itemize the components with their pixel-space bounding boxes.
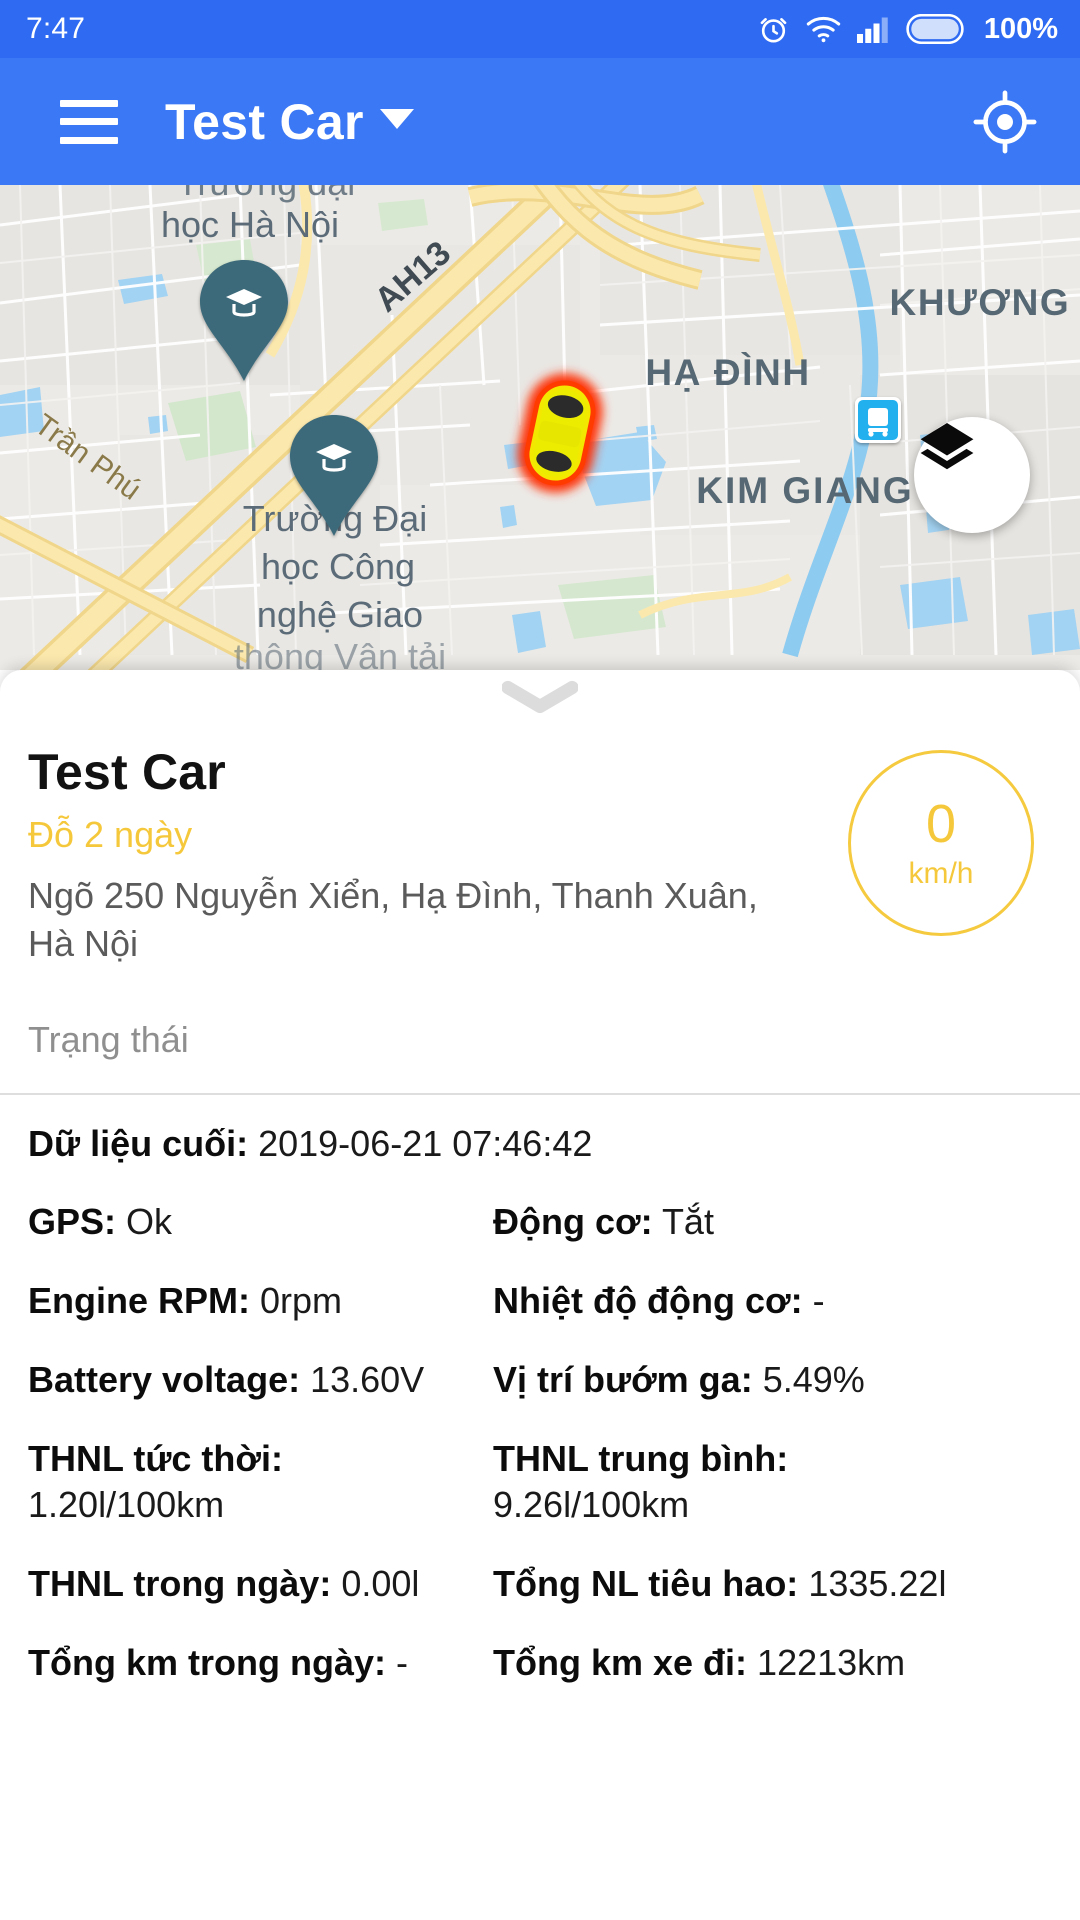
table-row: Tổng km trong ngày: - Tổng km xe đi: 122… xyxy=(28,1640,1052,1686)
battery-icon xyxy=(906,14,964,44)
svg-text:học Công: học Công xyxy=(261,546,415,587)
cell-fuel-today: THNL trong ngày: 0.00l xyxy=(28,1561,493,1607)
last-data-value: 2019-06-21 07:46:42 xyxy=(258,1122,593,1164)
cell-key: Engine RPM: xyxy=(28,1279,250,1321)
app-bar-title: Test Car xyxy=(165,93,364,150)
cell-key: Tổng NL tiêu hao: xyxy=(493,1562,799,1604)
cell-fuel-instant: THNL tức thời: 1.20l/100km xyxy=(28,1436,493,1528)
cell-value: 1335.22l xyxy=(808,1562,947,1604)
vehicle-selector[interactable]: Test Car xyxy=(118,93,414,151)
cell-gps: GPS: Ok xyxy=(28,1199,493,1245)
sheet-header: Test Car Đỗ 2 ngày Ngõ 250 Nguyễn Xiển, … xyxy=(0,724,1080,1071)
svg-text:KIM GIANG: KIM GIANG xyxy=(696,470,913,511)
cell-key: Động cơ: xyxy=(493,1200,653,1242)
caret-down-icon xyxy=(379,108,414,129)
cell-key: Tổng km trong ngày: xyxy=(28,1641,386,1683)
vehicle-state-label: Trạng thái xyxy=(28,1019,189,1061)
my-location-icon[interactable] xyxy=(972,89,1038,155)
bus-stop-icon xyxy=(855,397,901,443)
alarm-icon xyxy=(757,13,790,46)
table-row: Engine RPM: 0rpm Nhiệt độ động cơ: - xyxy=(28,1278,1052,1324)
layers-icon[interactable] xyxy=(914,417,1030,533)
cell-value: - xyxy=(396,1641,408,1683)
cell-value: - xyxy=(812,1279,825,1321)
app-bar: Test Car xyxy=(0,58,1080,185)
status-bar-icons: 100% xyxy=(757,13,1058,46)
cell-key: THNL trung bình: xyxy=(493,1437,789,1479)
table-row: THNL tức thời: 1.20l/100km THNL trung bì… xyxy=(28,1436,1052,1528)
cell-fuel-average: THNL trung bình: 9.26l/100km xyxy=(493,1436,1052,1528)
svg-text:Trường đại: Trường đại xyxy=(177,185,355,203)
vehicle-info-sheet: Test Car Đỗ 2 ngày Ngõ 250 Nguyễn Xiển, … xyxy=(0,670,1080,1920)
telemetry-list: Dữ liệu cuối: 2019-06-21 07:46:42 GPS: O… xyxy=(0,1095,1080,1687)
hamburger-menu-icon[interactable] xyxy=(60,99,118,144)
cell-engine-temp: Nhiệt độ động cơ: - xyxy=(493,1278,1052,1324)
cell-battery-voltage: Battery voltage: 13.60V xyxy=(28,1357,493,1403)
last-data-key: Dữ liệu cuối: xyxy=(28,1122,249,1164)
cell-key: GPS: xyxy=(28,1200,117,1242)
status-bar-clock: 7:47 xyxy=(26,12,86,45)
cell-value: 0.00l xyxy=(341,1562,420,1604)
cell-key: Tổng km xe đi: xyxy=(493,1641,748,1683)
table-row: GPS: Ok Động cơ: Tắt xyxy=(28,1199,1052,1245)
map-view[interactable]: Trường đại học Hà Nội Trường Đại học Côn… xyxy=(0,185,1080,670)
cell-value: 0rpm xyxy=(260,1279,343,1321)
svg-text:KHƯƠNG Đ: KHƯƠNG Đ xyxy=(890,282,1080,323)
cell-engine-rpm: Engine RPM: 0rpm xyxy=(28,1278,493,1324)
cell-fuel-total: Tổng NL tiêu hao: 1335.22l xyxy=(493,1561,1052,1607)
cell-value: Tắt xyxy=(661,1200,714,1242)
cell-value: 1.20l/100km xyxy=(28,1483,225,1525)
cell-value: 9.26l/100km xyxy=(493,1483,690,1525)
cell-key: THNL trong ngày: xyxy=(28,1562,332,1604)
cell-key: Vị trí bướm ga: xyxy=(493,1358,753,1400)
cellular-signal-icon xyxy=(856,16,890,43)
speed-unit: km/h xyxy=(908,857,974,890)
cell-value: 5.49% xyxy=(762,1358,865,1400)
status-bar: 7:47 100% xyxy=(0,0,1080,58)
cell-engine: Động cơ: Tắt xyxy=(493,1199,1052,1245)
cell-value: 13.60V xyxy=(310,1358,425,1400)
sheet-collapse-handle[interactable] xyxy=(0,670,1080,724)
svg-text:nghệ Giao: nghệ Giao xyxy=(257,594,423,635)
svg-text:học Hà Nội: học Hà Nội xyxy=(161,204,339,245)
speed-gauge: 0 km/h xyxy=(848,750,1034,936)
table-row: THNL trong ngày: 0.00l Tổng NL tiêu hao:… xyxy=(28,1561,1052,1607)
speed-value: 0 xyxy=(925,794,957,854)
cell-value: 12213km xyxy=(757,1641,906,1683)
wifi-icon xyxy=(806,16,841,43)
chevron-down-icon xyxy=(502,680,578,714)
cell-km-total: Tổng km xe đi: 12213km xyxy=(493,1640,1052,1686)
cell-km-today: Tổng km trong ngày: - xyxy=(28,1640,493,1686)
vehicle-address: Ngõ 250 Nguyễn Xiển, Hạ Đình, Thanh Xuân… xyxy=(28,875,758,964)
cell-key: THNL tức thời: xyxy=(28,1437,283,1479)
table-row: Battery voltage: 13.60V Vị trí bướm ga: … xyxy=(28,1357,1052,1403)
cell-value: Ok xyxy=(126,1200,173,1242)
cell-throttle-position: Vị trí bướm ga: 5.49% xyxy=(493,1357,1052,1403)
cell-key: Battery voltage: xyxy=(28,1358,301,1400)
svg-text:thông Vận tải: thông Vận tải xyxy=(234,636,446,670)
svg-text:HẠ ĐÌNH: HẠ ĐÌNH xyxy=(645,352,810,393)
row-last-data: Dữ liệu cuối: 2019-06-21 07:46:42 xyxy=(28,1121,1052,1166)
battery-percent-label: 100% xyxy=(983,12,1058,45)
cell-key: Nhiệt độ động cơ: xyxy=(493,1279,803,1321)
